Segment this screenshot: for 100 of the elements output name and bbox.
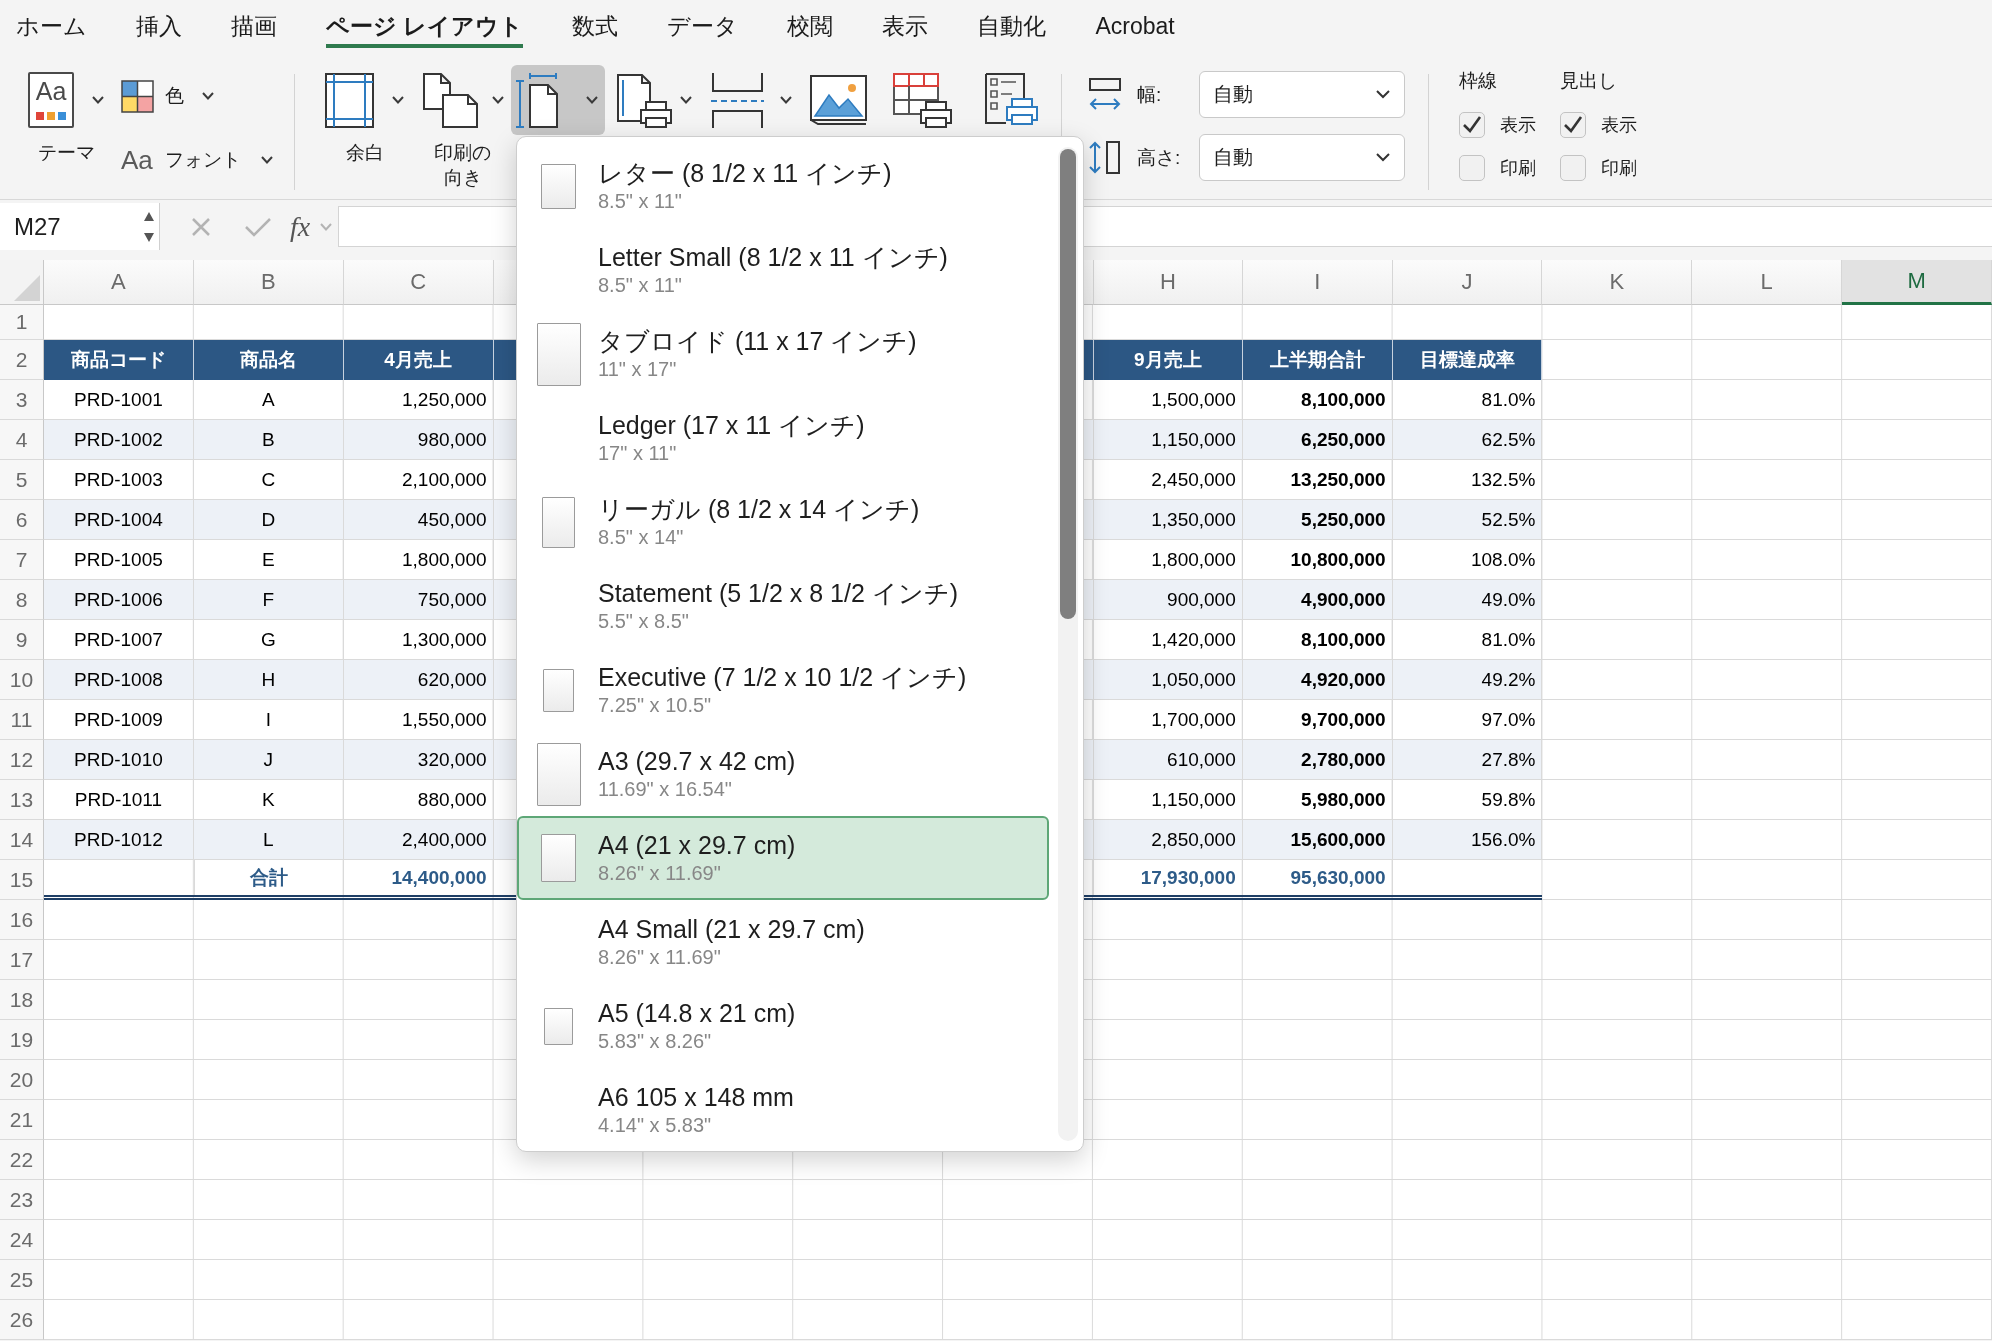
function-button[interactable]: fx <box>290 211 311 242</box>
row-header[interactable]: 1 <box>0 305 44 340</box>
checkbox[interactable] <box>1459 112 1485 138</box>
row-header[interactable]: 22 <box>0 1140 44 1180</box>
column-header[interactable]: M <box>1842 260 1992 305</box>
row-header[interactable]: 13 <box>0 780 44 820</box>
chevron-down-icon <box>1376 153 1390 162</box>
ribbon-tab[interactable]: 自動化 <box>977 8 1047 48</box>
menu-item[interactable]: A3 (29.7 x 42 cm) 11.69" x 16.54" <box>517 732 1049 816</box>
table-cell: PRD-1002 <box>44 420 194 459</box>
paper-sheet-icon <box>542 496 575 548</box>
checkbox[interactable] <box>1459 155 1485 181</box>
row-header[interactable]: 7 <box>0 540 44 580</box>
checkbox[interactable] <box>1560 112 1586 138</box>
ribbon-tab[interactable]: ホーム <box>16 8 87 48</box>
page-guides-icon <box>325 72 374 128</box>
menu-item[interactable]: Ledger (17 x 11 インチ) 17" x 11" <box>517 396 1049 480</box>
row-header[interactable]: 15 <box>0 860 44 900</box>
table-cell: 4,900,000 <box>1242 580 1393 619</box>
checkbox-label: 印刷 <box>1601 157 1637 180</box>
dashed-split-icon <box>711 72 764 128</box>
table-header-cell: 商品名 <box>193 340 344 380</box>
row-header[interactable]: 2 <box>0 340 44 380</box>
menu-item[interactable]: A4 (21 x 29.7 cm) 8.26" x 11.69" <box>517 816 1049 900</box>
table-cell: 1,150,000 <box>1092 420 1243 459</box>
ribbon-tab[interactable]: 描画 <box>231 8 277 48</box>
row-header[interactable]: 20 <box>0 1060 44 1100</box>
row-header[interactable]: 11 <box>0 700 44 740</box>
name-box[interactable]: M27 <box>0 203 160 250</box>
ribbon-tab[interactable]: 校閲 <box>787 8 834 48</box>
row-header[interactable]: 6 <box>0 500 44 540</box>
scrollbar-thumb[interactable] <box>1060 149 1076 619</box>
menu-item[interactable]: Statement (5 1/2 x 8 1/2 インチ) 5.5" x 8.5" <box>517 564 1049 648</box>
row-header[interactable]: 8 <box>0 580 44 620</box>
ribbon-tab[interactable]: 表示 <box>882 8 929 48</box>
table-cell: 5,250,000 <box>1242 500 1393 539</box>
row-header[interactable]: 9 <box>0 620 44 660</box>
row-header[interactable]: 26 <box>0 1300 44 1340</box>
table-header-cell: 4月売上 <box>343 340 494 380</box>
table-cell: 900,000 <box>1092 580 1243 619</box>
page-size-button[interactable] <box>511 65 605 135</box>
row-header[interactable]: 18 <box>0 980 44 1020</box>
themes-button[interactable]: Aa テーマ <box>28 72 104 165</box>
column-header[interactable]: H <box>1092 260 1243 305</box>
scale-dropdown[interactable]: 自動 <box>1199 71 1405 118</box>
table-cell: F <box>193 580 344 619</box>
row-header[interactable]: 25 <box>0 1260 44 1300</box>
colors-button[interactable]: 色 <box>121 79 273 113</box>
chevron-down-icon <box>1376 90 1390 99</box>
row-header[interactable]: 16 <box>0 900 44 940</box>
menu-item[interactable]: リーガル (8 1/2 x 14 インチ) 8.5" x 14" <box>517 480 1049 564</box>
table-cell: H <box>193 660 344 699</box>
row-header[interactable]: 21 <box>0 1100 44 1140</box>
page-printer-icon <box>616 72 673 128</box>
row-header[interactable]: 23 <box>0 1180 44 1220</box>
table-cell: 620,000 <box>343 660 494 699</box>
margins-button[interactable]: 余白 <box>320 65 411 172</box>
table-cell: B <box>193 420 344 459</box>
ribbon-tab[interactable]: 数式 <box>572 8 619 48</box>
table-cell: 15,600,000 <box>1242 820 1393 859</box>
scrollbar[interactable] <box>1058 147 1078 1141</box>
paper-sheet-icon <box>544 1007 573 1045</box>
menu-item[interactable]: レター (8 1/2 x 11 インチ) 8.5" x 11" <box>517 144 1049 228</box>
checkbox[interactable] <box>1560 155 1586 181</box>
menu-item[interactable]: Letter Small (8 1/2 x 11 インチ) 8.5" x 11" <box>517 228 1049 312</box>
list-printer-icon <box>984 72 1039 128</box>
table-cell: 1,050,000 <box>1092 660 1243 699</box>
row-header[interactable]: 24 <box>0 1220 44 1260</box>
table-cell: PRD-1004 <box>44 500 194 539</box>
check-icon[interactable] <box>244 215 272 238</box>
menu-item[interactable]: A4 Small (21 x 29.7 cm) 8.26" x 11.69" <box>517 900 1049 984</box>
ribbon-tab[interactable]: Acrobat <box>1095 8 1175 48</box>
row-header[interactable]: 14 <box>0 820 44 860</box>
table-cell: 4,920,000 <box>1242 660 1393 699</box>
row-header[interactable]: 19 <box>0 1020 44 1060</box>
ribbon-tab[interactable]: ページ レイアウト <box>326 8 524 48</box>
ribbon-tab[interactable]: 挿入 <box>136 8 182 48</box>
group-title: 見出し <box>1560 69 1617 93</box>
table-cell: 610,000 <box>1092 740 1243 779</box>
table-cell: PRD-1006 <box>44 580 194 619</box>
mountain-picture-icon <box>810 75 867 125</box>
ribbon-tab[interactable]: データ <box>667 8 739 48</box>
field-label: 幅: <box>1137 82 1163 107</box>
table-cell: 156.0% <box>1392 820 1543 859</box>
row-header[interactable]: 3 <box>0 380 44 420</box>
row-header[interactable]: 12 <box>0 740 44 780</box>
table-cell: 2,400,000 <box>343 820 494 859</box>
row-header[interactable]: 17 <box>0 940 44 980</box>
vertical-arrow-icon <box>1089 141 1121 174</box>
orientation-button[interactable]: 印刷の向き <box>417 65 511 197</box>
menu-item[interactable]: A5 (14.8 x 21 cm) 5.83" x 8.26" <box>517 984 1049 1068</box>
menu-item[interactable]: A6 105 x 148 mm 4.14" x 5.83" <box>517 1068 1049 1151</box>
row-header[interactable]: 10 <box>0 660 44 700</box>
scale-dropdown[interactable]: 自動 <box>1199 134 1405 181</box>
row-header[interactable]: 5 <box>0 460 44 500</box>
menu-item[interactable]: Executive (7 1/2 x 10 1/2 インチ) 7.25" x 10.5" <box>517 648 1049 732</box>
menu-item[interactable]: タブロイド (11 x 17 インチ) 11" x 17" <box>517 312 1049 396</box>
fonts-button[interactable]: Aa フォント <box>121 143 273 177</box>
row-header[interactable]: 4 <box>0 420 44 460</box>
table-cell: 14,400,000 <box>343 860 494 895</box>
